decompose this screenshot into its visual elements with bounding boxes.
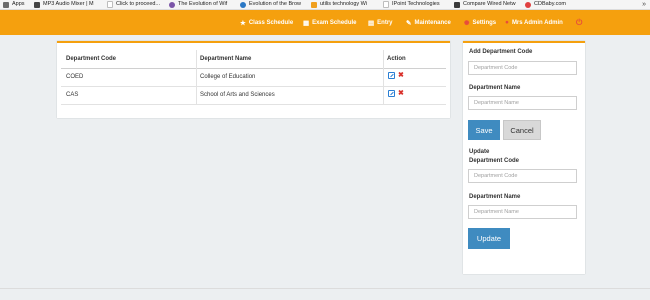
edit-icon[interactable] [388, 90, 395, 97]
evolution-icon [169, 1, 175, 8]
column-divider [383, 86, 384, 104]
cell-department-name: College of Education [200, 74, 256, 80]
bookmark-label: IPoint Technologies [392, 1, 440, 7]
header-department-code: Department Code [66, 56, 117, 62]
bookmark-label: CDBaby.com [534, 1, 566, 7]
mixer-icon [34, 1, 40, 8]
table-row: CAS School of Arts and Sciences ✖ [61, 86, 446, 105]
add-department-code-title: Add Department Code [469, 49, 533, 55]
page-divider [0, 288, 650, 289]
wrench-icon: ✎ [406, 19, 412, 27]
bookmark-label: Click to proceed... [116, 1, 161, 7]
cell-department-name: School of Arts and Sciences [200, 92, 275, 98]
update-department-name-input[interactable] [468, 205, 577, 219]
bookmark-label: utilis technology Wi [320, 1, 368, 7]
bookmarks-more-chevron-icon[interactable]: » [642, 0, 646, 9]
star-icon: ★ [240, 19, 246, 27]
edit-icon[interactable] [388, 72, 395, 79]
column-divider [196, 68, 197, 86]
column-divider [383, 68, 384, 86]
update-department-code-input[interactable] [468, 169, 577, 183]
save-button[interactable]: Save [468, 120, 500, 140]
gear-icon: ✺ [464, 19, 470, 27]
add-department-name-input[interactable] [468, 96, 577, 110]
nav-exam-schedule[interactable]: ▦ Exam Schedule [303, 10, 357, 35]
bookmark-mp3-audio-mixer[interactable]: MP3 Audio Mixer | M [34, 0, 94, 9]
file-icon: ▤ [368, 19, 375, 27]
column-divider [196, 50, 197, 68]
cell-department-code: COED [66, 74, 84, 80]
department-form-panel: Add Department Code Department Name Save… [463, 41, 585, 274]
apps-grid-icon [3, 1, 9, 8]
bookmark-label: The Evolution of Wif [178, 1, 228, 7]
column-divider [196, 86, 197, 104]
update-department-name-label: Department Name [469, 194, 521, 200]
row-actions: ✖ [388, 72, 404, 79]
bookmark-label: Apps [12, 1, 25, 7]
power-icon: ⏻ [576, 17, 583, 27]
compare-icon [454, 1, 460, 8]
table-header-row: Department Code Department Name Action [61, 50, 446, 69]
row-actions: ✖ [388, 90, 404, 97]
header-action: Action [387, 56, 406, 62]
column-divider [383, 50, 384, 68]
bookmark-apps[interactable]: Apps [3, 0, 25, 9]
user-icon: ● [505, 19, 509, 26]
bookmark-click-to-proceed[interactable]: Click to proceed... [107, 0, 160, 9]
bookmark-label: Compare Wired Netw [463, 1, 516, 7]
department-table-panel: Department Code Department Name Action C… [57, 41, 450, 118]
nav-user-menu[interactable]: ● Mrs Admin Admin [505, 10, 563, 35]
bookmark-cdbaby[interactable]: CDBaby.com [525, 0, 566, 9]
logout-button[interactable]: ⏻ [576, 10, 582, 35]
nav-label: Mrs Admin Admin [511, 19, 563, 26]
globe-icon [240, 1, 246, 8]
bookmarks-bar: Apps MP3 Audio Mixer | M Click to procee… [0, 0, 650, 10]
bookmark-evolution-of-wifi[interactable]: The Evolution of Wif [169, 0, 227, 9]
bookmark-ipoint-technologies[interactable]: IPoint Technologies [383, 0, 440, 9]
table-row: COED College of Education ✖ [61, 68, 446, 87]
page-icon [383, 1, 389, 8]
update-department-code-label: Department Code [469, 158, 520, 164]
update-title: Update [469, 149, 490, 155]
bookmark-evolution-of-browser[interactable]: Evolution of the Brow [240, 0, 301, 9]
nav-label: Exam Schedule [312, 19, 357, 26]
nav-entry[interactable]: ▤ Entry [368, 10, 393, 35]
nav-class-schedule[interactable]: ★ Class Schedule [240, 10, 293, 35]
nav-label: Entry [377, 19, 393, 26]
add-department-code-input[interactable] [468, 61, 577, 75]
nav-settings[interactable]: ✺ Settings [464, 10, 496, 35]
nav-label: Class Schedule [248, 19, 294, 26]
nav-label: Maintenance [414, 19, 451, 26]
add-department-name-label: Department Name [469, 85, 521, 91]
utilis-icon [311, 1, 317, 8]
top-navbar: ★ Class Schedule ▦ Exam Schedule ▤ Entry… [0, 10, 650, 35]
cancel-button[interactable]: Cancel [503, 120, 541, 140]
page-icon [107, 1, 113, 8]
cdbaby-icon [525, 1, 531, 8]
cell-department-code: CAS [66, 92, 79, 98]
update-button[interactable]: Update [468, 228, 510, 249]
nav-label: Settings [472, 19, 497, 26]
bookmark-compare-wired-network[interactable]: Compare Wired Netw [454, 0, 516, 9]
bookmark-utilis-technology[interactable]: utilis technology Wi [311, 0, 367, 9]
bookmark-label: Evolution of the Brow [249, 1, 301, 7]
nav-maintenance[interactable]: ✎ Maintenance [406, 10, 451, 35]
delete-icon[interactable]: ✖ [398, 90, 404, 97]
header-department-name: Department Name [200, 56, 252, 62]
bookmark-label: MP3 Audio Mixer | M [43, 1, 94, 7]
calendar-icon: ▦ [303, 19, 310, 27]
delete-icon[interactable]: ✖ [398, 72, 404, 79]
